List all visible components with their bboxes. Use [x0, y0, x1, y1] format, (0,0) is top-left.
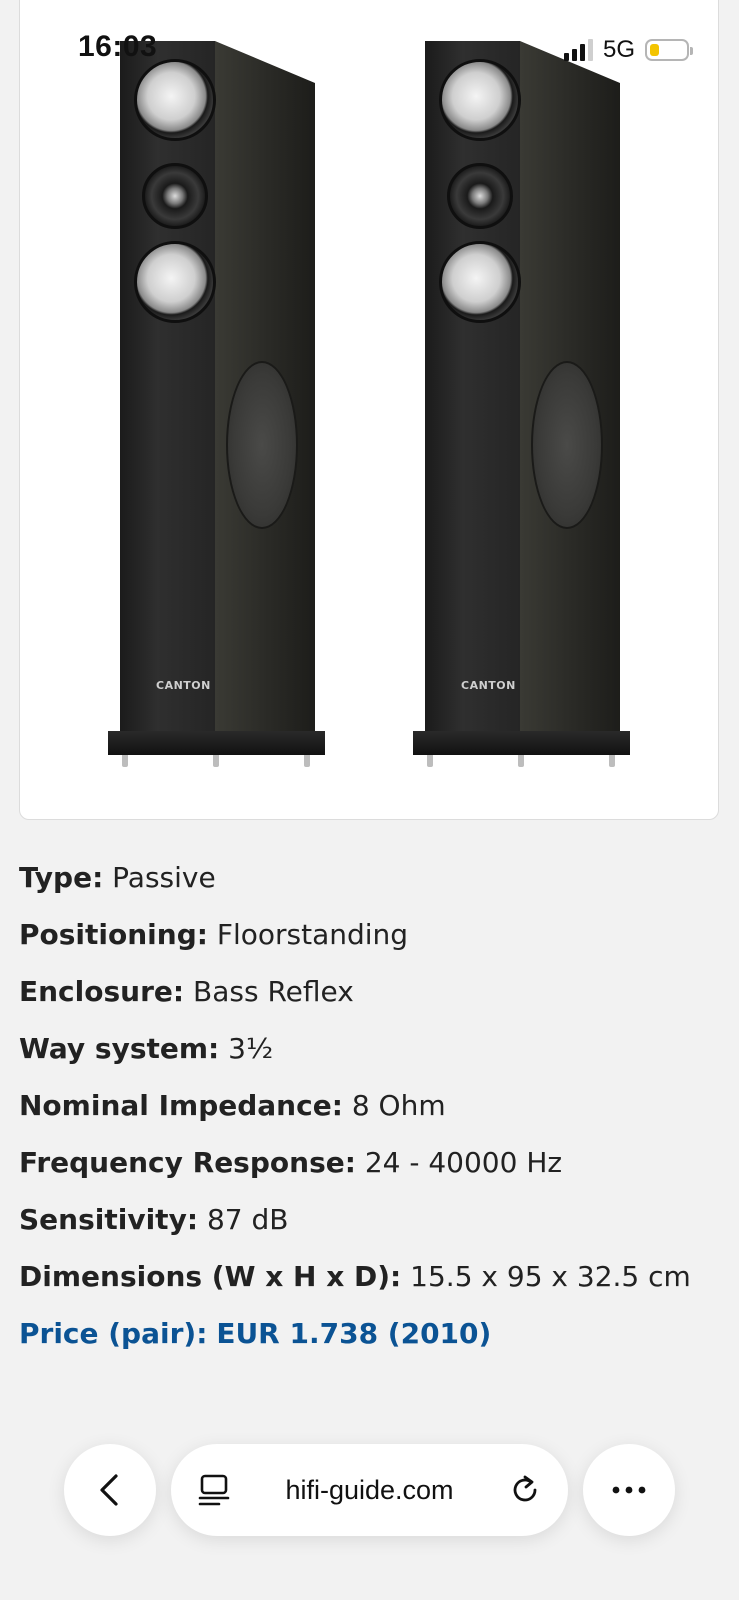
product-image[interactable]: CANTON CANTON	[19, 0, 719, 820]
status-time: 16:03	[78, 30, 158, 63]
page-menu-icon[interactable]	[197, 1473, 231, 1507]
spec-value: 15.5 x 95 x 32.5 cm	[410, 1260, 691, 1293]
spec-label: Enclosure:	[19, 975, 185, 1008]
status-bar: 16:03 5G	[0, 0, 739, 100]
back-button[interactable]	[64, 1444, 156, 1536]
foot	[427, 755, 433, 767]
status-indicators: 5G	[563, 36, 693, 64]
spec-label: Way system:	[19, 1032, 220, 1065]
spec-enclosure: Enclosure: Bass Reflex	[19, 974, 719, 1031]
reload-icon[interactable]	[508, 1473, 542, 1507]
price-label: Price (pair):	[19, 1317, 208, 1350]
spec-way-system: Way system: 3½	[19, 1031, 719, 1088]
spec-label: Nominal Impedance:	[19, 1089, 343, 1122]
foot	[304, 755, 310, 767]
spec-value: 3½	[228, 1032, 274, 1065]
speaker-left: CANTON	[108, 31, 328, 791]
spec-value: 8 Ohm	[351, 1089, 446, 1122]
cabinet-front: CANTON	[425, 41, 521, 741]
brand-logo: CANTON	[156, 679, 211, 692]
side-passive-radiator	[531, 361, 603, 529]
spec-value: Floorstanding	[216, 918, 409, 951]
foot	[122, 755, 128, 767]
speaker-right: CANTON	[413, 31, 633, 791]
url-text: hifi-guide.com	[285, 1474, 454, 1505]
page: CANTON CANTON 16:03 5G Type: Passive Pos…	[0, 0, 739, 1600]
plinth	[413, 731, 630, 755]
spec-value: Passive	[112, 861, 216, 894]
spec-list: Type: Passive Positioning: Floorstanding…	[19, 860, 719, 1373]
battery-level	[650, 44, 659, 56]
brand-logo: CANTON	[461, 679, 516, 692]
spec-label: Type:	[19, 861, 104, 894]
cellular-signal-icon	[563, 39, 593, 61]
spec-impedance: Nominal Impedance: 8 Ohm	[19, 1088, 719, 1145]
cabinet-front: CANTON	[120, 41, 216, 741]
foot	[213, 755, 219, 767]
spec-value: 24 - 40000 Hz	[364, 1146, 563, 1179]
spec-value: Bass Reflex	[193, 975, 354, 1008]
spec-type: Type: Passive	[19, 860, 719, 917]
address-bar[interactable]: hifi-guide.com	[171, 1444, 568, 1536]
price-value: EUR 1.738 (2010)	[216, 1317, 492, 1350]
spec-label: Dimensions (W x H x D):	[19, 1260, 402, 1293]
spec-label: Frequency Response:	[19, 1146, 356, 1179]
spec-dimensions: Dimensions (W x H x D): 15.5 x 95 x 32.5…	[19, 1259, 719, 1316]
foot	[609, 755, 615, 767]
spec-positioning: Positioning: Floorstanding	[19, 917, 719, 974]
woofer-lower	[134, 241, 216, 323]
foot	[518, 755, 524, 767]
ellipsis-icon	[611, 1485, 647, 1495]
tweeter	[142, 163, 208, 229]
tweeter	[447, 163, 513, 229]
battery-icon	[645, 39, 693, 61]
plinth	[108, 731, 325, 755]
network-type: 5G	[602, 36, 635, 63]
spec-sensitivity: Sensitivity: 87 dB	[19, 1202, 719, 1259]
more-button[interactable]	[583, 1444, 675, 1536]
woofer-lower	[439, 241, 521, 323]
chevron-left-icon	[97, 1473, 123, 1507]
price-link[interactable]: Price (pair): EUR 1.738 (2010)	[19, 1316, 719, 1373]
spec-label: Sensitivity:	[19, 1203, 199, 1236]
side-passive-radiator	[226, 361, 298, 529]
spec-frequency-response: Frequency Response: 24 - 40000 Hz	[19, 1145, 719, 1202]
spec-value: 87 dB	[206, 1203, 289, 1236]
browser-toolbar: hifi-guide.com	[0, 1440, 739, 1540]
spec-label: Positioning:	[19, 918, 208, 951]
